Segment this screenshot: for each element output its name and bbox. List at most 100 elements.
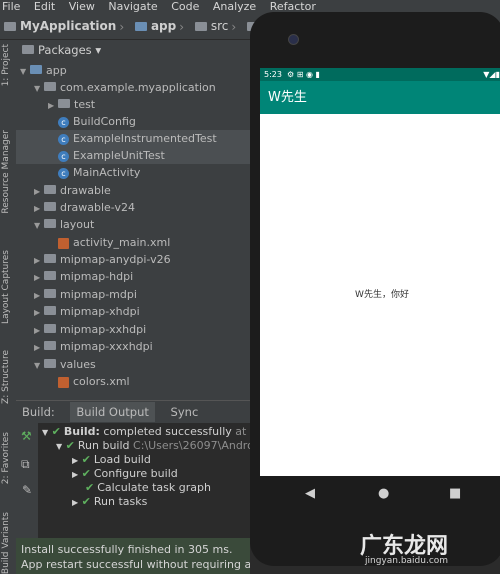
app-title-bar: W先生 (260, 81, 500, 114)
structure-tab[interactable]: Z: Structure (1, 350, 11, 404)
android-status-bar: 5:23 ⚙ ⊞ ◉ ▮ ▼◢▮ (260, 68, 500, 81)
notification-icons: ⚙ ⊞ ◉ ▮ (284, 70, 320, 79)
collapse-arrow-icon: ▶ (72, 498, 79, 507)
project-view-selector[interactable]: Packages ▾ (16, 40, 250, 60)
collapse-arrow-icon: ▶ (34, 273, 41, 282)
status-time: 5:23 (264, 70, 282, 79)
expand-arrow-icon: ▼ (34, 361, 41, 370)
tree-item-app[interactable]: ▼ app (16, 62, 254, 79)
collapse-arrow-icon: ▶ (34, 326, 41, 335)
collapse-arrow-icon: ▶ (34, 291, 41, 300)
left-tool-strip: 1: Project Resource Manager Layout Captu… (0, 40, 16, 574)
build-line-status[interactable]: ▼ ✔Build: completed successfully at 202 (42, 425, 271, 439)
folder-icon (44, 324, 56, 333)
build-line-load-build[interactable]: ▶ ✔ Load build (72, 453, 151, 467)
breadcrumb-project[interactable]: MyApplication (4, 13, 116, 39)
folder-icon (4, 21, 16, 31)
signal-battery-icon: ▼◢▮ (483, 70, 500, 79)
tree-item-drawable[interactable]: ▶ drawable (16, 182, 268, 199)
overview-button[interactable]: ■ (449, 486, 461, 501)
tree-item-mipmap-xxxhdpi[interactable]: ▶ mipmap-xxxhdpi (16, 338, 268, 355)
hammer-icon[interactable]: ⚒ (21, 429, 32, 443)
chevron-right-icon: › (179, 19, 185, 34)
check-icon: ✔ (81, 495, 91, 508)
tree-item-values[interactable]: ▼ values (16, 356, 268, 373)
collapse-arrow-icon: ▶ (34, 187, 41, 196)
test-class-icon: c (58, 150, 69, 162)
pin-icon[interactable]: ✎ (22, 483, 32, 497)
build-label: Build: (22, 405, 55, 419)
check-icon: ✔ (81, 467, 91, 480)
collapse-arrow-icon: ▶ (34, 308, 41, 317)
resource-manager-tab[interactable]: Resource Manager (1, 130, 11, 214)
xml-file-icon (58, 237, 69, 249)
build-variants-tab[interactable]: Build Variants (1, 512, 11, 574)
tree-item-layout[interactable]: ▼ layout (16, 216, 268, 233)
device-screen: 5:23 ⚙ ⊞ ◉ ▮ ▼◢▮ W先生 W先生，你好 (260, 68, 500, 476)
android-nav-bar: ◀ ● ■ (260, 476, 500, 510)
expand-arrow-icon: ▼ (42, 428, 49, 437)
favorites-tab[interactable]: 2: Favorites (1, 432, 11, 484)
build-line-calculate-task-graph[interactable]: ✔ Calculate task graph (85, 481, 211, 495)
folder-icon (44, 219, 56, 228)
breadcrumb-src[interactable]: src (194, 13, 228, 39)
folder-icon (44, 254, 56, 263)
breadcrumb-module[interactable]: app (134, 13, 176, 39)
xml-file-icon (58, 376, 69, 388)
folder-icon (44, 341, 56, 350)
menu-edit[interactable]: Edit (34, 0, 55, 13)
back-button[interactable]: ◀ (305, 486, 315, 501)
tree-item-mipmap-xxhdpi[interactable]: ▶ mipmap-xxhdpi (16, 321, 268, 338)
install-notification: Install successfully finished in 305 ms.… (16, 538, 250, 574)
chevron-down-icon: ▾ (95, 43, 102, 57)
collapse-arrow-icon: ▶ (72, 456, 79, 465)
menu-analyze[interactable]: Analyze (213, 0, 256, 13)
build-line-configure-build[interactable]: ▶ ✔ Configure build (72, 467, 178, 481)
folder-icon (44, 289, 56, 298)
module-icon (30, 65, 42, 74)
collapse-arrow-icon: ▶ (48, 101, 55, 110)
tree-item-mipmap-anydpi[interactable]: ▶ mipmap-anydpi-v26 (16, 251, 268, 268)
folder-icon (44, 359, 56, 368)
build-line-run-tasks[interactable]: ▶ ✔ Run tasks (72, 495, 147, 509)
tree-item-mipmap-xhdpi[interactable]: ▶ mipmap-xhdpi (16, 303, 268, 320)
tab-build-output[interactable]: Build Output (70, 402, 155, 422)
tree-item-test[interactable]: ▶ test (16, 96, 282, 113)
project-pane: Packages ▾ ▼ app ▼ com.example.myapplicati… (16, 40, 292, 400)
toggle-view-icon[interactable]: ⧉ (21, 457, 30, 472)
folder-icon (194, 21, 207, 31)
build-tab-bar: Build: Build Output Sync (16, 401, 250, 423)
collapse-arrow-icon: ▶ (34, 204, 41, 213)
class-icon: c (58, 167, 69, 179)
chevron-right-icon: › (231, 19, 237, 34)
menu-code[interactable]: Code (171, 0, 199, 13)
home-button[interactable]: ● (378, 486, 389, 501)
build-line-run-build[interactable]: ▼ ✔ Run build C:\Users\26097\Android (56, 439, 264, 453)
app-content: W先生，你好 (260, 114, 500, 476)
layout-captures-tab[interactable]: Layout Captures (1, 250, 11, 324)
project-tool-tab[interactable]: 1: Project (1, 44, 11, 86)
expand-arrow-icon: ▼ (34, 221, 41, 230)
menu-view[interactable]: View (69, 0, 95, 13)
folder-icon (44, 202, 56, 211)
tree-item-mipmap-mdpi[interactable]: ▶ mipmap-mdpi (16, 286, 268, 303)
test-class-icon: c (58, 133, 69, 145)
folder-icon (44, 271, 56, 280)
folder-icon (44, 306, 56, 315)
front-camera-icon (288, 34, 299, 45)
build-pane: Build: Build Output Sync ⚒ ⧉ ✎ ▼ ✔ Build:… (16, 400, 271, 539)
expand-arrow-icon: ▼ (34, 84, 41, 93)
hello-text: W先生，你好 (355, 290, 409, 300)
tree-item-mipmap-hdpi[interactable]: ▶ mipmap-hdpi (16, 268, 268, 285)
tree-item-drawable-v24[interactable]: ▶ drawable-v24 (16, 199, 268, 216)
class-icon: c (58, 116, 69, 128)
chevron-right-icon: › (119, 19, 125, 34)
package-icon (44, 82, 56, 91)
tab-sync[interactable]: Sync (171, 405, 199, 419)
build-toolbar: ⚒ ⧉ ✎ (16, 423, 38, 539)
tree-item-package[interactable]: ▼ com.example.myapplication (16, 79, 268, 96)
menu-navigate[interactable]: Navigate (108, 0, 157, 13)
menu-file[interactable]: File (2, 0, 20, 13)
expand-arrow-icon: ▼ (20, 67, 27, 76)
collapse-arrow-icon: ▶ (34, 256, 41, 265)
